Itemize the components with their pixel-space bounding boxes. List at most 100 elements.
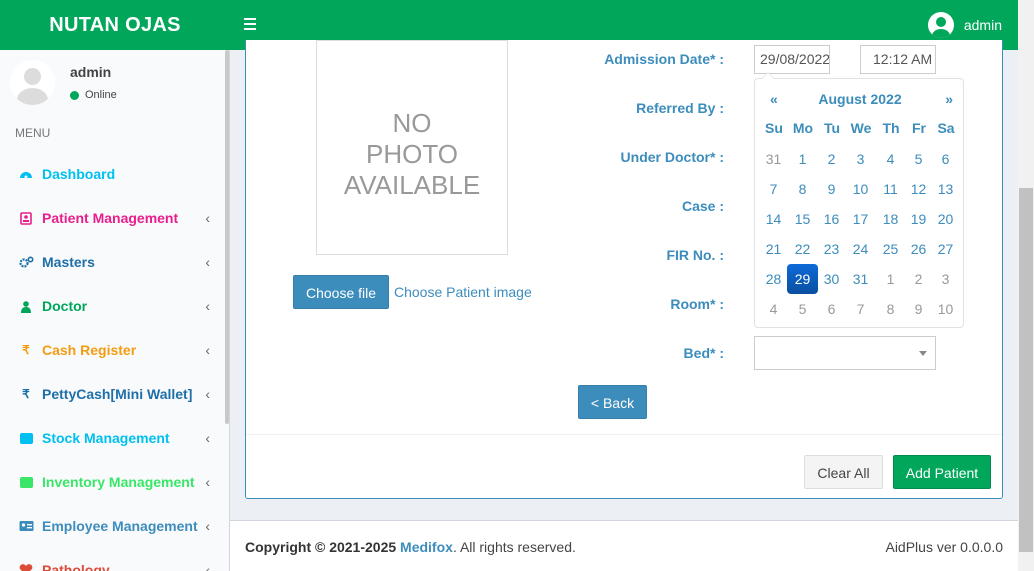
fir-no-label: FIR No. : (666, 247, 724, 263)
datepicker-day[interactable]: 16 (816, 204, 847, 234)
box-footer-divider (246, 434, 1002, 435)
dashboard-icon (18, 167, 34, 181)
sidebar-item-label: Doctor (42, 298, 88, 314)
sidebar-item-label: Pathology (42, 562, 110, 571)
datepicker-day[interactable]: 20 (930, 204, 961, 234)
user-avatar-icon (927, 12, 954, 38)
chevron-left-icon: ‹ (205, 210, 210, 226)
datepicker-day[interactable]: 23 (816, 234, 847, 264)
datepicker-day[interactable]: 9 (816, 174, 847, 204)
datepicker-day[interactable]: 29 (787, 264, 818, 294)
sidebar-item-doctor[interactable]: Doctor ‹ (0, 284, 225, 328)
admission-time-input[interactable]: 12:12 AM (860, 45, 936, 74)
room-label: Room* : (670, 296, 724, 312)
sidebar-item-employee-management[interactable]: Employee Management ‹ (0, 504, 225, 548)
datepicker-day[interactable]: 10 (930, 294, 961, 324)
datepicker-day[interactable]: 14 (758, 204, 789, 234)
case-label: Case : (681, 198, 724, 214)
menu-header: MENU (15, 126, 51, 140)
datepicker-day[interactable]: 25 (875, 234, 906, 264)
back-button[interactable]: < Back (578, 385, 647, 419)
datepicker-day[interactable]: 2 (816, 144, 847, 174)
datepicker-day[interactable]: 6 (930, 144, 961, 174)
rupee-icon: ₹ (22, 343, 30, 357)
datepicker-prev-button[interactable]: « (770, 91, 778, 107)
datepicker-day[interactable]: 15 (787, 204, 818, 234)
company-link[interactable]: Medifox (400, 539, 453, 555)
datepicker-day[interactable]: 1 (875, 264, 906, 294)
sidebar-item-label: PettyCash[Mini Wallet] (42, 386, 193, 402)
sidebar-item-cash-register[interactable]: ₹ Cash Register ‹ (0, 328, 225, 372)
choose-file-button[interactable]: Choose file (293, 275, 389, 309)
admission-date-input[interactable]: 29/08/2022 (754, 45, 830, 74)
id-card-icon (18, 519, 34, 533)
sidebar-item-inventory-management[interactable]: Inventory Management ‹ (0, 460, 225, 504)
datepicker-day[interactable]: 18 (875, 204, 906, 234)
datepicker-day[interactable]: 31 (758, 144, 789, 174)
chevron-left-icon: ‹ (205, 562, 210, 571)
chevron-left-icon: ‹ (205, 298, 210, 314)
brand-logo[interactable]: NUTAN OJAS (0, 0, 230, 50)
datepicker-day[interactable]: 3 (845, 144, 876, 174)
datepicker-weekday: Th (882, 120, 900, 136)
datepicker-day[interactable]: 7 (845, 294, 876, 324)
sidebar-item-label: Cash Register (42, 342, 137, 358)
add-patient-button[interactable]: Add Patient (893, 455, 991, 489)
datepicker-day[interactable]: 27 (930, 234, 961, 264)
photo-text-line2: PHOTO (366, 139, 458, 169)
datepicker-day[interactable]: 17 (845, 204, 876, 234)
sidebar-item-pettycash[interactable]: ₹ PettyCash[Mini Wallet] ‹ (0, 372, 225, 416)
rupee-icon: ₹ (22, 387, 30, 401)
sidebar-scrollbar[interactable] (225, 50, 229, 424)
avatar (10, 60, 55, 105)
datepicker-day[interactable]: 30 (816, 264, 847, 294)
datepicker-month-title[interactable]: August 2022 (805, 91, 915, 107)
datepicker-day[interactable]: 3 (930, 264, 961, 294)
sidebar-item-patient-management[interactable]: Patient Management ‹ (0, 196, 225, 240)
datepicker-day[interactable]: 7 (758, 174, 789, 204)
copyright-text: Copyright © 2021-2025 Medifox. All right… (245, 539, 576, 555)
sidebar-item-label: Patient Management (42, 210, 179, 226)
datepicker-day[interactable]: 11 (875, 174, 906, 204)
datepicker-day[interactable]: 6 (816, 294, 847, 324)
datepicker-day[interactable]: 31 (845, 264, 876, 294)
datepicker-header: « August 2022 » (755, 89, 965, 109)
sidebar-item-label: Stock Management (42, 430, 170, 446)
datepicker-day[interactable]: 4 (875, 144, 906, 174)
user-menu-name: admin (963, 17, 1002, 33)
bed-select[interactable] (754, 336, 936, 370)
datepicker-arrow (761, 72, 775, 79)
datepicker-day[interactable]: 8 (875, 294, 906, 324)
sidebar-item-masters[interactable]: Masters ‹ (0, 240, 225, 284)
datepicker-day[interactable]: 4 (758, 294, 789, 324)
datepicker-day[interactable]: 8 (787, 174, 818, 204)
datepicker-day[interactable]: 22 (787, 234, 818, 264)
datepicker-day[interactable]: 13 (930, 174, 961, 204)
sidebar-item-dashboard[interactable]: Dashboard (0, 152, 225, 196)
datepicker-day[interactable]: 21 (758, 234, 789, 264)
datepicker-weekday: Tu (823, 120, 841, 136)
patient-card-icon (18, 211, 34, 225)
admission-date-label: Admission Date* : (604, 51, 724, 67)
photo-text-line3: AVAILABLE (343, 170, 481, 200)
datepicker-day[interactable]: 1 (787, 144, 818, 174)
datepicker-day[interactable]: 10 (845, 174, 876, 204)
under-doctor-label: Under Doctor* : (620, 149, 724, 165)
patient-photo-placeholder: NO PHOTO AVAILABLE (316, 40, 508, 255)
datepicker-day[interactable]: 24 (845, 234, 876, 264)
page-scrollbar-thumb[interactable] (1019, 188, 1033, 552)
page-footer: Copyright © 2021-2025 Medifox. All right… (230, 520, 1018, 571)
datepicker-weekday: Fr (912, 120, 926, 136)
caret-down-icon (919, 351, 927, 356)
user-menu[interactable]: admin (927, 12, 1002, 38)
sidebar-item-pathology[interactable]: Pathology ‹ (0, 548, 225, 571)
sidebar-item-stock-management[interactable]: Stock Management ‹ (0, 416, 225, 460)
datepicker-next-button[interactable]: » (945, 91, 953, 107)
copyright-prefix: Copyright © 2021-2025 (245, 539, 397, 555)
datepicker-day[interactable]: 5 (787, 294, 818, 324)
clear-all-button[interactable]: Clear All (804, 455, 883, 489)
sidebar-toggle-icon[interactable] (244, 15, 258, 35)
copyright-rights: . All rights reserved. (452, 539, 576, 555)
datepicker-day[interactable]: 28 (758, 264, 789, 294)
sidebar-item-label: Masters (42, 254, 95, 270)
